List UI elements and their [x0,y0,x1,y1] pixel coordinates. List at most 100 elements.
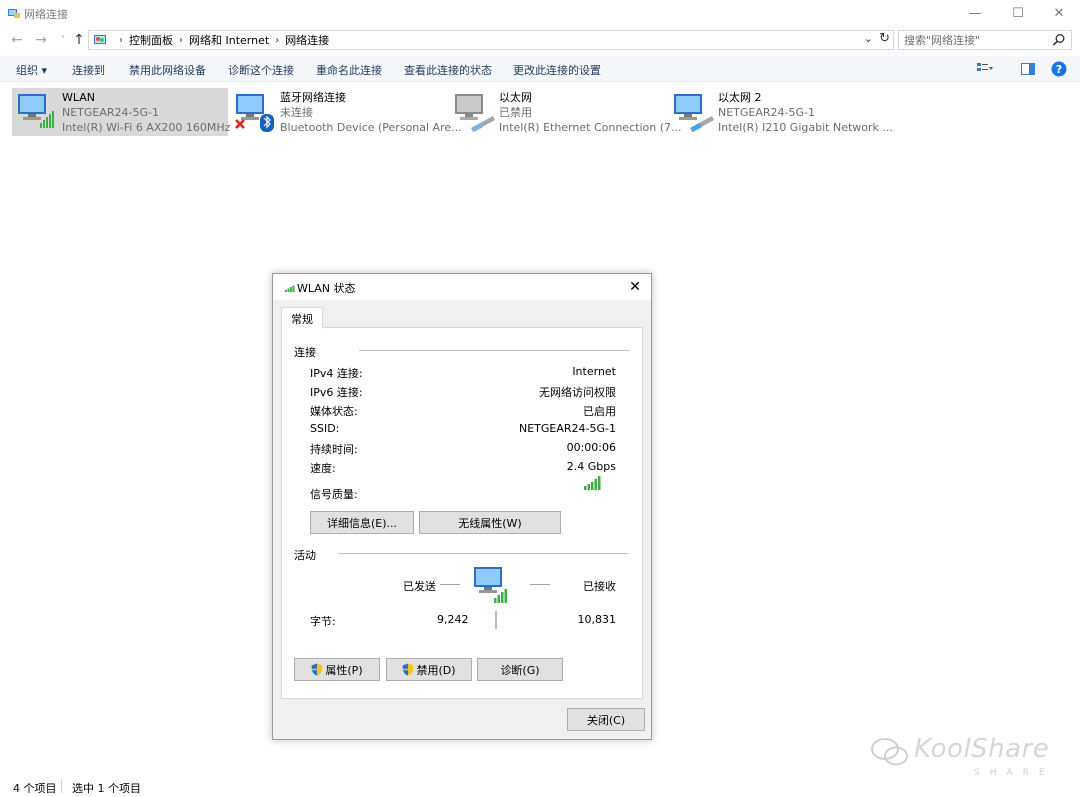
ipv4-value: Internet [572,365,616,378]
address-row: ← → ˅ ↑ › 控制面板 › 网络和 Internet › 网络连接 ⌄ ↻… [0,28,1080,52]
tab-general[interactable]: 常规 [281,307,323,329]
bytes-received-value: 10,831 [577,613,617,626]
up-button[interactable]: ↑ [70,30,88,50]
adapter-bluetooth[interactable]: 蓝牙网络连接 未连接 Bluetooth Device (Personal Ar… [230,88,462,136]
general-tab-panel: 连接 IPv4 连接: Internet IPv6 连接: 无网络访问权限 媒体… [281,327,643,699]
duration-value: 00:00:06 [566,441,616,454]
duration-label: 持续时间: [310,443,358,456]
watermark-subtext: SHARE [974,768,1055,778]
title-bar: 网络连接 — ☐ ✕ [0,0,1080,26]
change-settings-button[interactable]: 更改此连接的设置 [513,62,601,78]
bytes-label: 字节: [310,615,336,628]
diagnose-connection-button[interactable]: 诊断这个连接 [228,62,294,78]
disable-button[interactable]: 禁用(D) [386,658,472,681]
address-bar[interactable]: › 控制面板 › 网络和 Internet › 网络连接 ⌄ ↻ [88,30,894,50]
adapter-ethernet[interactable]: 以太网 已禁用 Intel(R) Ethernet Connection (7.… [449,88,681,136]
dialog-title: WLAN 状态 [297,282,356,295]
media-state-label: 媒体状态: [310,405,358,418]
activity-divider [495,611,497,629]
signal-strength-icon [584,476,601,490]
signal-icon [285,285,295,292]
organize-menu[interactable]: 组织 ▾ [16,62,47,78]
adapter-name: 以太网 2 [718,91,762,104]
forward-button[interactable]: → [32,30,50,50]
adapter-name: 以太网 [499,91,532,104]
wireless-properties-button[interactable]: 无线属性(W) [419,511,561,534]
details-button[interactable]: 详细信息(E)... [310,511,414,534]
sent-label: 已发送 [403,580,436,593]
activity-computer-icon [474,567,507,603]
bytes-sent-value: 9,242 [437,613,469,626]
breadcrumb-separator: › [275,34,280,46]
speed-label: 速度: [310,462,336,475]
shield-icon [311,663,323,676]
ssid-label: SSID: [310,422,340,435]
minimize-button[interactable]: — [954,0,996,26]
breadcrumb-network-internet[interactable]: 网络和 Internet [189,32,269,48]
sent-line [440,584,460,585]
help-icon[interactable]: ? [1049,60,1069,78]
adapter-network: NETGEAR24-5G-1 [718,106,815,119]
search-icon[interactable] [1052,33,1066,47]
adapter-device: Intel(R) Ethernet Connection (7... [499,121,682,134]
disable-button-label: 禁用(D) [416,663,456,677]
back-button[interactable]: ← [8,30,26,50]
disable-device-button[interactable]: 禁用此网络设备 [129,62,206,78]
media-state-value: 已启用 [583,405,616,418]
diagnose-button[interactable]: 诊断(G) [477,658,563,681]
ethernet-adapter-icon [674,94,714,132]
received-line [530,584,550,585]
connect-to-button[interactable]: 连接到 [72,62,105,78]
ipv6-label: IPv6 连接: [310,386,363,399]
view-status-button[interactable]: 查看此连接的状态 [404,62,492,78]
search-placeholder: 搜索"网络连接" [904,34,981,47]
ipv6-value: 无网络访问权限 [539,386,616,399]
address-dropdown-icon[interactable]: ⌄ [864,32,873,45]
maximize-button[interactable]: ☐ [997,0,1039,26]
breadcrumb-separator: › [119,34,123,46]
view-options-icon[interactable] [975,60,995,78]
network-folder-icon [8,9,20,18]
item-count: 4 个项目 [13,782,57,795]
preview-pane-icon[interactable] [1018,60,1038,78]
window-title: 网络连接 [24,8,68,21]
close-dialog-button[interactable]: 关闭(C) [567,708,645,731]
refresh-icon[interactable]: ↻ [879,31,890,46]
adapter-status: 已禁用 [499,106,532,119]
search-input[interactable]: 搜索"网络连接" [898,30,1072,50]
adapter-device: Bluetooth Device (Personal Are... [280,121,462,134]
bluetooth-adapter-icon [235,94,274,132]
properties-button[interactable]: 属性(P) [294,658,380,681]
adapter-wlan[interactable]: WLAN NETGEAR24-5G-1 Intel(R) Wi-Fi 6 AX2… [12,88,231,136]
control-panel-icon [94,35,106,44]
adapter-ethernet-2[interactable]: 以太网 2 NETGEAR24-5G-1 Intel(R) I210 Gigab… [668,88,893,136]
breadcrumb-network-connections[interactable]: 网络连接 [285,32,329,48]
dialog-title-bar: WLAN 状态 ✕ [273,274,651,300]
speed-value: 2.4 Gbps [566,460,616,473]
dialog-close-icon[interactable]: ✕ [625,277,645,297]
wlan-status-dialog: WLAN 状态 ✕ 常规 连接 IPv4 连接: Internet IPv6 连… [272,273,652,740]
adapter-network: NETGEAR24-5G-1 [62,106,159,119]
activity-section-label: 活动 [294,549,316,562]
shield-icon [402,663,414,676]
connection-section-label: 连接 [294,346,316,359]
rename-connection-button[interactable]: 重命名此连接 [316,62,382,78]
adapter-name: WLAN [62,91,96,104]
signal-quality-label: 信号质量: [310,488,358,501]
breadcrumb-separator: › [179,34,183,46]
adapter-device: Intel(R) I210 Gigabit Network ... [718,121,893,134]
status-divider [61,779,62,793]
selected-count: 选中 1 个项目 [72,782,141,795]
wifi-adapter-icon [18,94,54,128]
command-bar: 组织 ▾ 连接到 禁用此网络设备 诊断这个连接 重命名此连接 查看此连接的状态 … [0,56,1080,82]
close-button[interactable]: ✕ [1038,0,1080,26]
watermark: KoolShare SHARE [870,728,1070,788]
properties-button-label: 属性(P) [325,663,363,677]
section-divider [359,350,629,351]
svg-text:?: ? [1056,63,1062,76]
breadcrumb-control-panel[interactable]: 控制面板 [129,32,173,48]
section-divider [338,553,628,554]
watermark-text: KoolShare [914,734,1050,764]
received-label: 已接收 [583,580,616,593]
adapter-device: Intel(R) Wi-Fi 6 AX200 160MHz [62,121,231,134]
